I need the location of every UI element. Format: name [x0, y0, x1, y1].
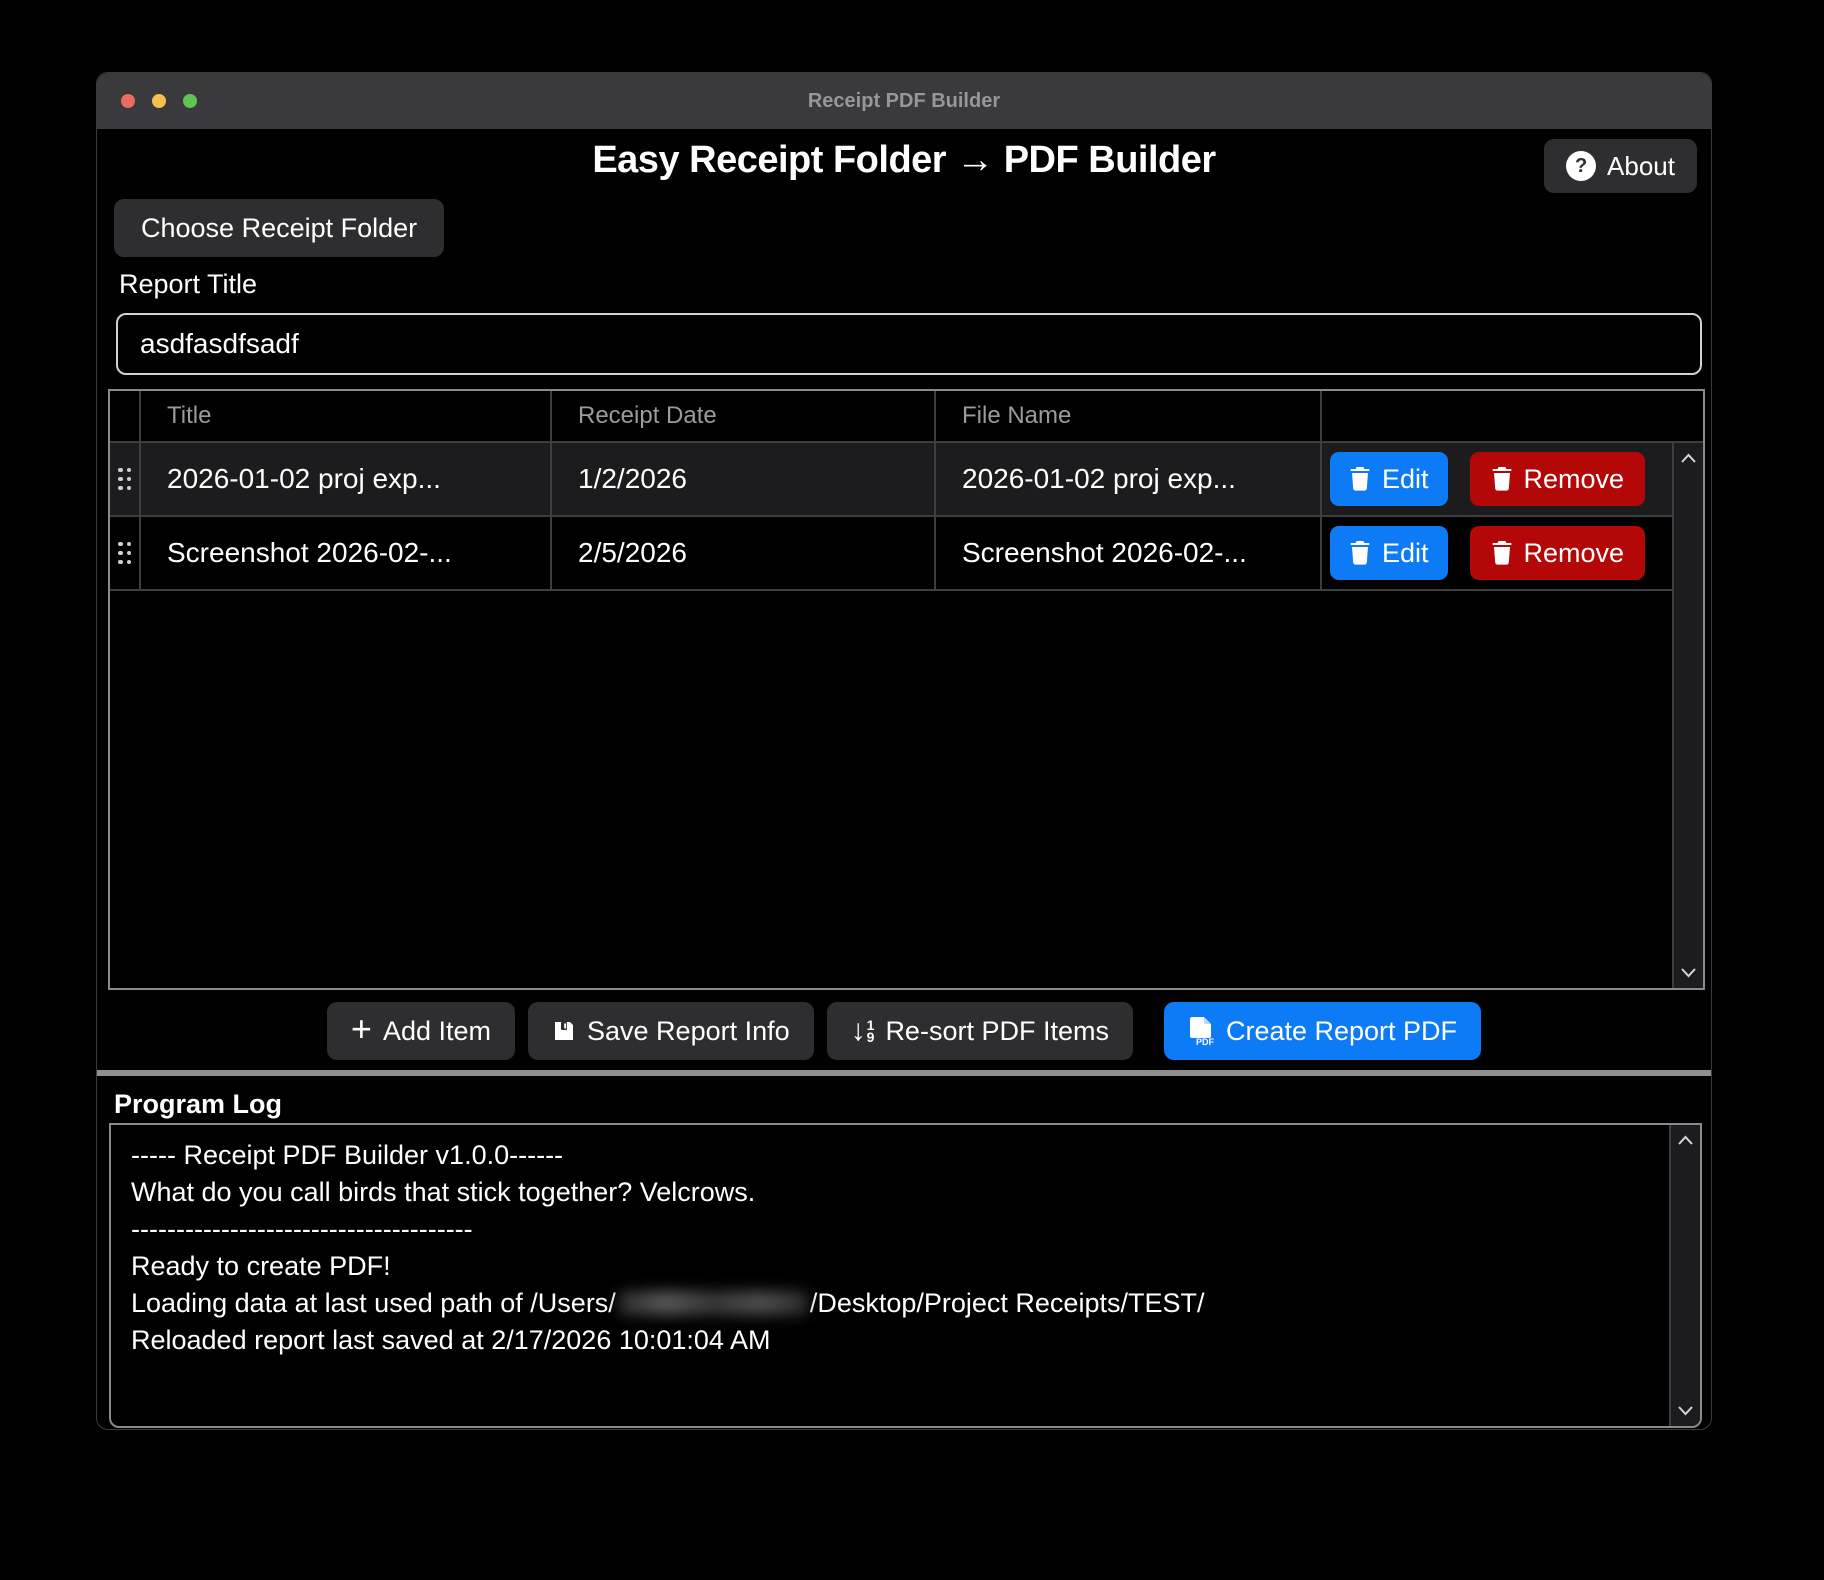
remove-button[interactable]: Remove	[1470, 526, 1646, 580]
receipts-table: Title Receipt Date File Name 2026-01-02 …	[108, 389, 1705, 990]
grip-dots-icon	[118, 542, 131, 565]
table-row: Screenshot 2026-02-... 2/5/2026 Screensh…	[110, 517, 1672, 591]
file-name-column-header: File Name	[936, 391, 1322, 441]
log-line: Loading data at last used path of /Users…	[131, 1285, 1680, 1322]
trash-icon	[1349, 467, 1371, 491]
app-window: Receipt PDF Builder Easy Receipt Folder …	[96, 72, 1712, 1430]
program-log-box: ----- Receipt PDF Builder v1.0.0------Wh…	[109, 1123, 1702, 1428]
about-button-label: About	[1607, 151, 1675, 182]
resort-pdf-items-button[interactable]: ↓ 1 9 Re-sort PDF Items	[827, 1002, 1133, 1060]
create-report-pdf-label: Create Report PDF	[1226, 1016, 1457, 1047]
traffic-lights	[121, 94, 197, 108]
log-line: --------------------------------------	[131, 1211, 1680, 1248]
action-buttons-row: + Add Item Save Report Info ↓ 1 9 Re-sor…	[97, 1002, 1711, 1060]
plus-icon: +	[351, 1011, 372, 1047]
window-title: Receipt PDF Builder	[808, 90, 1000, 113]
create-report-pdf-button[interactable]: PDF Create Report PDF	[1164, 1002, 1481, 1060]
row-file-cell: 2026-01-02 proj exp...	[936, 443, 1322, 515]
row-title-cell: Screenshot 2026-02-...	[141, 517, 552, 589]
redacted-username	[618, 1291, 808, 1315]
report-title-label: Report Title	[119, 269, 257, 300]
grip-dots-icon	[118, 468, 131, 491]
remove-button[interactable]: Remove	[1470, 452, 1646, 506]
remove-button-label: Remove	[1524, 464, 1625, 495]
page-title: Easy Receipt Folder → PDF Builder	[97, 139, 1711, 182]
minimize-button[interactable]	[152, 94, 166, 108]
svg-text:PDF: PDF	[1196, 1037, 1215, 1046]
log-scrollbar[interactable]	[1669, 1125, 1700, 1426]
sort-numeric-down-icon: ↓ 1 9	[851, 1016, 875, 1046]
save-report-info-button[interactable]: Save Report Info	[528, 1002, 814, 1060]
save-report-info-label: Save Report Info	[587, 1016, 790, 1047]
drag-handle[interactable]	[110, 517, 141, 589]
file-pdf-icon: PDF	[1188, 1016, 1215, 1046]
row-file-cell: Screenshot 2026-02-...	[936, 517, 1322, 589]
about-button[interactable]: ? About	[1544, 139, 1697, 193]
log-line: Ready to create PDF!	[131, 1248, 1680, 1285]
splitter-handle[interactable]	[97, 1070, 1711, 1076]
log-line: Reloaded report last saved at 2/17/2026 …	[131, 1322, 1680, 1359]
receipt-date-column-header: Receipt Date	[552, 391, 936, 441]
choose-receipt-folder-label: Choose Receipt Folder	[141, 213, 417, 244]
title-column-header: Title	[141, 391, 552, 441]
trash-icon	[1349, 541, 1371, 565]
edit-button[interactable]: Edit	[1330, 526, 1448, 580]
report-title-input[interactable]	[116, 313, 1702, 375]
actions-column-header	[1322, 391, 1672, 441]
drag-column-header	[110, 391, 141, 441]
table-row: 2026-01-02 proj exp... 1/2/2026 2026-01-…	[110, 443, 1672, 517]
row-actions-cell: Edit Remove	[1322, 517, 1672, 589]
add-item-label: Add Item	[383, 1016, 491, 1047]
floppy-disk-icon	[552, 1019, 576, 1043]
question-icon: ?	[1566, 151, 1596, 181]
row-actions-cell: Edit Remove	[1322, 443, 1672, 515]
table-header-row: Title Receipt Date File Name	[110, 391, 1703, 443]
row-date-cell: 2/5/2026	[552, 517, 936, 589]
edit-button[interactable]: Edit	[1330, 452, 1448, 506]
zoom-button[interactable]	[183, 94, 197, 108]
chevron-up-icon[interactable]	[1678, 451, 1699, 467]
chevron-down-icon[interactable]	[1675, 1402, 1696, 1418]
program-log-heading: Program Log	[114, 1089, 282, 1120]
table-scrollbar[interactable]	[1672, 443, 1703, 988]
row-title-cell: 2026-01-02 proj exp...	[141, 443, 552, 515]
resort-pdf-items-label: Re-sort PDF Items	[885, 1016, 1109, 1047]
log-line: What do you call birds that stick togeth…	[131, 1174, 1680, 1211]
edit-button-label: Edit	[1382, 464, 1429, 495]
remove-button-label: Remove	[1524, 538, 1625, 569]
edit-button-label: Edit	[1382, 538, 1429, 569]
chevron-up-icon[interactable]	[1675, 1133, 1696, 1149]
close-button[interactable]	[121, 94, 135, 108]
add-item-button[interactable]: + Add Item	[327, 1002, 515, 1060]
chevron-down-icon[interactable]	[1678, 964, 1699, 980]
program-log-content: ----- Receipt PDF Builder v1.0.0------Wh…	[111, 1125, 1700, 1371]
drag-handle[interactable]	[110, 443, 141, 515]
titlebar[interactable]: Receipt PDF Builder	[97, 73, 1711, 129]
trash-icon	[1491, 467, 1513, 491]
log-line: ----- Receipt PDF Builder v1.0.0------	[131, 1137, 1680, 1174]
trash-icon	[1491, 541, 1513, 565]
choose-receipt-folder-button[interactable]: Choose Receipt Folder	[114, 199, 444, 257]
row-date-cell: 1/2/2026	[552, 443, 936, 515]
